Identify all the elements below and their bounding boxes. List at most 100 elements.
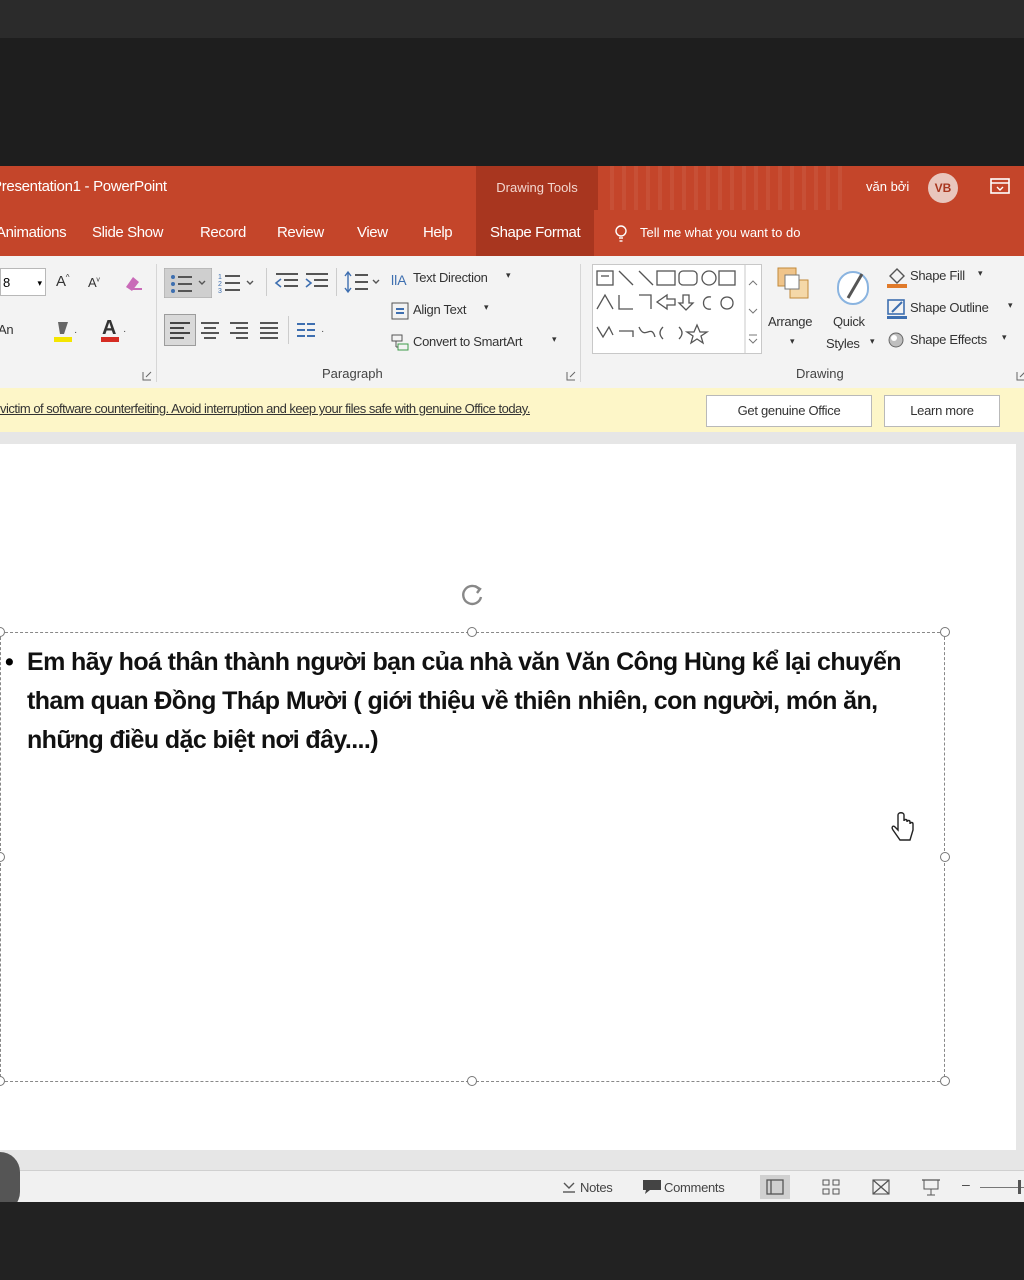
quick-styles-label[interactable]: Quick [833, 314, 865, 329]
normal-view-icon[interactable] [760, 1175, 790, 1199]
status-bar: Notes Comments – [0, 1170, 1024, 1202]
clear-formatting-icon[interactable] [122, 273, 144, 295]
notification-message[interactable]: victim of software counterfeiting. Avoid… [0, 401, 530, 416]
shape-effects-icon[interactable] [886, 330, 908, 352]
shape-outline-icon[interactable] [886, 298, 908, 320]
group-separator [156, 264, 157, 382]
tell-me-search[interactable]: Tell me what you want to do [614, 210, 800, 256]
tab-slide-show[interactable]: Slide Show [92, 210, 163, 256]
font-color-icon[interactable]: A · [100, 316, 130, 344]
decrease-indent-icon[interactable] [274, 270, 300, 294]
align-left-icon[interactable] [164, 314, 196, 346]
chevron-down-icon: ▾ [1002, 332, 1007, 342]
chevron-down-icon: ▾ [37, 278, 42, 288]
rotate-handle-icon[interactable] [459, 581, 487, 609]
shape-fill-icon[interactable] [886, 266, 908, 288]
window-title: Presentation1 - PowerPoint [0, 178, 167, 195]
quick-styles-icon[interactable] [834, 264, 874, 310]
notes-button[interactable]: Notes [580, 1180, 613, 1195]
increase-font-size-icon[interactable]: A^ [56, 273, 70, 290]
columns-icon[interactable]: · [296, 320, 332, 340]
arrange-label[interactable]: Arrange [768, 314, 812, 329]
svg-text:·: · [123, 326, 126, 337]
align-right-icon[interactable] [229, 320, 249, 340]
align-text-label[interactable]: Align Text [413, 302, 466, 317]
comments-button[interactable]: Comments [664, 1180, 725, 1195]
paragraph-group-label: Paragraph [322, 366, 383, 381]
paragraph-dialog-launcher-icon[interactable] [566, 368, 576, 381]
tell-me-text: Tell me what you want to do [640, 225, 801, 240]
increase-indent-icon[interactable] [304, 270, 330, 294]
svg-text:A: A [102, 317, 116, 339]
tab-shape-format[interactable]: Shape Format [476, 210, 595, 256]
resize-handle[interactable] [940, 1076, 950, 1086]
get-genuine-office-button[interactable]: Get genuine Office [706, 395, 872, 427]
justify-icon[interactable] [259, 320, 279, 340]
change-case-label[interactable]: An [0, 322, 14, 337]
arrange-icon[interactable] [776, 266, 812, 306]
divider [288, 316, 289, 344]
resize-handle[interactable] [467, 627, 477, 637]
shape-outline-label[interactable]: Shape Outline [910, 300, 989, 315]
quick-styles-label-2[interactable]: Styles [826, 336, 860, 351]
font-size-input[interactable]: 8 ▾ [0, 268, 46, 296]
zoom-slider-thumb[interactable] [1018, 1180, 1021, 1194]
chevron-down-icon: ▾ [506, 270, 511, 280]
slide-canvas[interactable]: • Em hãy hoá thân thành người bạn của nh… [0, 444, 1016, 1150]
resize-handle[interactable] [0, 852, 5, 862]
resize-handle[interactable] [0, 1076, 5, 1086]
resize-handle[interactable] [0, 627, 5, 637]
decrease-font-size-icon[interactable]: Av [88, 275, 100, 290]
tab-animations[interactable]: Animations [0, 210, 67, 256]
slide-sorter-icon[interactable] [816, 1175, 846, 1199]
font-dialog-launcher-icon[interactable] [142, 368, 152, 381]
ribbon-display-options-icon[interactable] [990, 178, 1010, 194]
bullets-icon[interactable] [164, 268, 212, 298]
numbering-icon[interactable]: 1 2 3 [218, 270, 260, 296]
notes-icon[interactable] [562, 1181, 576, 1193]
zoom-out-icon[interactable]: – [962, 1176, 970, 1192]
chevron-down-icon: ▾ [790, 336, 795, 346]
svg-text:2: 2 [218, 281, 222, 288]
line-spacing-icon[interactable] [342, 269, 382, 297]
resize-handle[interactable] [467, 1076, 477, 1086]
slideshow-view-icon[interactable] [916, 1175, 946, 1199]
tab-help[interactable]: Help [423, 210, 453, 256]
font-size-value: 8 [3, 275, 11, 290]
shapes-gallery[interactable] [592, 264, 762, 354]
align-text-icon[interactable] [390, 300, 410, 322]
resize-handle[interactable] [940, 852, 950, 862]
bullet-marker: • [5, 648, 14, 676]
user-name[interactable]: văn bởi [866, 179, 909, 194]
selected-text-box[interactable]: • Em hãy hoá thân thành người bạn của nh… [0, 627, 950, 1086]
resize-handle[interactable] [940, 627, 950, 637]
svg-text:1: 1 [218, 274, 222, 281]
tab-review[interactable]: Review [277, 210, 324, 256]
convert-smartart-label[interactable]: Convert to SmartArt [413, 334, 522, 349]
hand-pointer-icon [891, 812, 914, 841]
tab-view[interactable]: View [357, 210, 388, 256]
screen-dark-area [0, 38, 1024, 166]
text-direction-label[interactable]: Text Direction [413, 270, 488, 285]
bottom-dark-bar [0, 1202, 1024, 1280]
tab-record[interactable]: Record [200, 210, 246, 256]
shape-fill-label[interactable]: Shape Fill [910, 268, 965, 283]
smartart-icon[interactable] [390, 332, 410, 354]
reading-view-icon[interactable] [866, 1175, 896, 1199]
comments-icon[interactable] [642, 1179, 662, 1195]
align-center-icon[interactable] [200, 320, 220, 340]
svg-text:·: · [74, 327, 77, 338]
text-direction-icon[interactable]: llA [390, 268, 410, 290]
avatar[interactable]: VB [928, 173, 958, 203]
powerpoint-window: Presentation1 - PowerPoint Drawing Tools… [0, 166, 1024, 1202]
chevron-down-icon: ▾ [484, 302, 489, 312]
shape-effects-label[interactable]: Shape Effects [910, 332, 987, 347]
highlight-color-icon[interactable]: · [52, 318, 80, 344]
chevron-down-icon: ▾ [978, 268, 983, 278]
top-dark-bar [0, 0, 1024, 38]
context-tab-group-label: Drawing Tools [476, 166, 598, 210]
learn-more-button[interactable]: Learn more [884, 395, 1000, 427]
slide-body-text[interactable]: Em hãy hoá thân thành người bạn của nhà … [27, 643, 937, 760]
drawing-dialog-launcher-icon[interactable] [1016, 368, 1024, 381]
group-separator [580, 264, 581, 382]
